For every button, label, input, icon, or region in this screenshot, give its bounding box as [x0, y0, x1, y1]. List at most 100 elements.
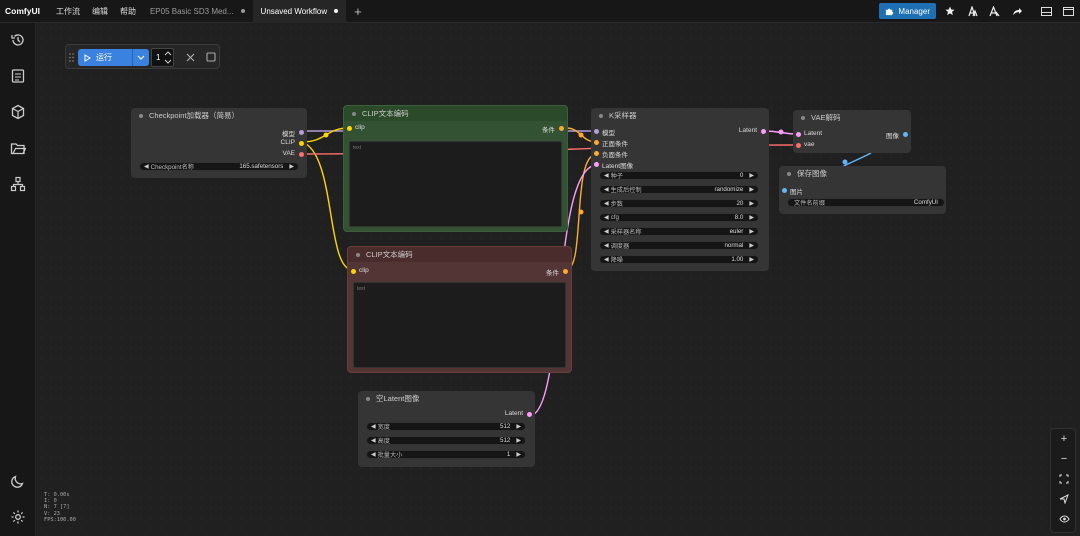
input-latent-pin[interactable]	[594, 162, 599, 167]
node-title: 保存图像	[797, 169, 827, 178]
widget-seed[interactable]: ◀ 种子 0 ▶	[599, 171, 759, 180]
manager-button[interactable]: Manager	[879, 3, 936, 19]
output-model-pin[interactable]	[299, 130, 304, 135]
prompt-textarea[interactable]: text	[353, 282, 566, 368]
widget-scheduler[interactable]: ◀ 调度器 normal ▶	[599, 241, 759, 250]
clear-queue-close-icon[interactable]	[186, 53, 195, 62]
input-negative-pin[interactable]	[594, 151, 599, 156]
node-library-icon[interactable]	[10, 176, 26, 192]
widget-steps[interactable]: ◀ 步数 20 ▶	[599, 199, 759, 208]
star-icon[interactable]	[942, 3, 958, 19]
widget-filename-prefix[interactable]: 文件名前缀 ComfyUI	[787, 198, 945, 207]
node-title: 空Latent图像	[376, 394, 420, 403]
node-title-bar[interactable]: VAE解码	[793, 110, 911, 125]
stop-square-icon[interactable]	[206, 52, 216, 62]
input-images-pin[interactable]	[782, 188, 787, 193]
node-title-bar[interactable]: 保存图像	[779, 166, 946, 181]
toggle-bottom-panel-icon[interactable]	[1038, 3, 1054, 19]
model-download-icon[interactable]	[986, 3, 1002, 19]
widget-cfg[interactable]: ◀ cfg 8.0 ▶	[599, 213, 759, 222]
input-vae-pin[interactable]	[796, 143, 801, 148]
batch-count-stepper[interactable]	[164, 49, 172, 66]
node-checkpoint-loader[interactable]: Checkpoint加载器（简易） 模型 CLIP VAE ◀ Checkpoi…	[131, 108, 307, 178]
share-icon[interactable]	[1008, 3, 1024, 19]
graph-canvas[interactable]: 运行 1 Checkpoint加载器（简易） 模型 CLIP VAE ◀ Che…	[36, 23, 1080, 536]
topbar-actions: Manager	[879, 3, 1076, 19]
widget-checkpoint-name[interactable]: ◀ Checkpoint名称 165.safetensors ▶	[139, 162, 299, 171]
select-mode-icon[interactable]	[1051, 491, 1077, 507]
chevron-down-icon	[137, 55, 145, 60]
output-clip-pin[interactable]	[299, 141, 304, 146]
drag-handle-icon[interactable]	[69, 53, 74, 62]
node-save-image[interactable]: 保存图像 图片 文件名前缀 ComfyUI	[779, 166, 946, 214]
output-conditioning-pin[interactable]	[559, 126, 564, 131]
workflow-tab-unsaved[interactable]: Unsaved Workflow	[252, 0, 347, 23]
node-title-bar[interactable]: CLIP文本编码	[344, 106, 567, 121]
zoom-out-minus-icon[interactable]: −	[1051, 451, 1077, 467]
comfyui-app: ComfyUI 工作流 编辑 帮助 EP05 Basic SD3 Med... …	[0, 0, 1080, 536]
run-button[interactable]: 运行	[78, 49, 132, 66]
node-vae-decode[interactable]: VAE解码 Latent vae 图像	[793, 110, 911, 153]
run-toolbar: 运行 1	[65, 44, 220, 69]
theme-toggle-moon-icon[interactable]	[10, 473, 26, 489]
settings-gear-icon[interactable]	[10, 509, 26, 525]
decrement-arrow-icon[interactable]: ◀	[144, 163, 149, 170]
widget-sampler-name[interactable]: ◀ 采样器名称 euler ▶	[599, 227, 759, 236]
manager-label: Manager	[898, 6, 930, 16]
node-clip-text-encode-negative[interactable]: CLIP文本编码 clip 条件 text	[347, 246, 572, 373]
history-icon[interactable]	[10, 32, 26, 48]
input-latent-label: Latent图像	[602, 163, 634, 170]
node-title-bar[interactable]: Checkpoint加载器（简易）	[131, 108, 307, 123]
widget-width[interactable]: ◀ 宽度 512 ▶	[366, 422, 526, 431]
node-empty-latent-image[interactable]: 空Latent图像 Latent ◀ 宽度 512 ▶ ◀ 高度 512 ▶ ◀ 批量大小 1 ▶	[358, 391, 535, 467]
widget-control-after-generate[interactable]: ◀ 生成后控制 randomize ▶	[599, 185, 759, 194]
tab-modified-dot-icon	[240, 9, 245, 13]
output-latent-label: Latent	[738, 127, 757, 134]
node-title: Checkpoint加载器（简易）	[149, 111, 240, 120]
node-title-bar[interactable]: K采样器	[591, 108, 769, 123]
queue-icon[interactable]	[10, 68, 26, 84]
output-latent-pin[interactable]	[761, 129, 766, 134]
widget-height[interactable]: ◀ 高度 512 ▶	[366, 436, 526, 445]
output-image-pin[interactable]	[903, 132, 908, 137]
new-tab-plus-icon[interactable]: +	[346, 4, 370, 19]
link-center-dot	[578, 132, 584, 138]
node-title-bar[interactable]: CLIP文本编码	[348, 247, 571, 262]
menu-workflow[interactable]: 工作流	[50, 6, 86, 17]
output-vae-label: VAE	[282, 150, 295, 157]
menu-help[interactable]: 帮助	[114, 6, 142, 17]
more-menu-icon[interactable]	[1060, 3, 1076, 19]
workflow-tab-ep05[interactable]: EP05 Basic SD3 Med...	[142, 0, 253, 23]
node-clip-text-encode-positive[interactable]: CLIP文本编码 clip 条件 text	[343, 105, 568, 232]
input-model-pin[interactable]	[594, 129, 599, 134]
model-library-icon[interactable]	[10, 104, 26, 120]
menu-edit[interactable]: 编辑	[86, 6, 114, 17]
node-title-bar[interactable]: 空Latent图像	[358, 391, 535, 406]
widget-denoise[interactable]: ◀ 降噪 1.00 ▶	[599, 255, 759, 264]
increment-arrow-icon[interactable]: ▶	[289, 163, 294, 170]
toggle-link-visibility-eye-icon[interactable]	[1051, 511, 1077, 527]
link-center-dot	[842, 159, 848, 165]
link-center-dot	[578, 209, 584, 215]
workflows-icon[interactable]	[10, 140, 26, 156]
output-vae-pin[interactable]	[299, 152, 304, 157]
input-positive-label: 正面条件	[602, 141, 628, 148]
input-vae-label: vae	[804, 141, 815, 148]
widget-batch-size[interactable]: ◀ 批量大小 1 ▶	[366, 450, 526, 459]
output-conditioning-pin[interactable]	[563, 269, 568, 274]
zoom-in-plus-icon[interactable]: +	[1051, 431, 1077, 447]
link-center-dot	[323, 132, 329, 138]
link-center-dot	[778, 129, 784, 135]
puzzle-icon	[886, 8, 894, 15]
input-positive-pin[interactable]	[594, 140, 599, 145]
input-clip-pin[interactable]	[351, 269, 356, 274]
node-ksampler[interactable]: K采样器 模型 正面条件 负面条件 Latent图像 Latent ◀ 种子 0 ▶ …	[591, 108, 769, 271]
input-latent-pin[interactable]	[796, 132, 801, 137]
fit-view-icon[interactable]	[1051, 471, 1077, 487]
output-latent-pin[interactable]	[527, 412, 532, 417]
output-image-label: 图像	[886, 133, 899, 140]
input-clip-pin[interactable]	[347, 126, 352, 131]
model-manager-icon[interactable]	[964, 3, 980, 19]
run-mode-dropdown[interactable]	[132, 49, 149, 66]
prompt-textarea[interactable]: text	[349, 141, 562, 227]
